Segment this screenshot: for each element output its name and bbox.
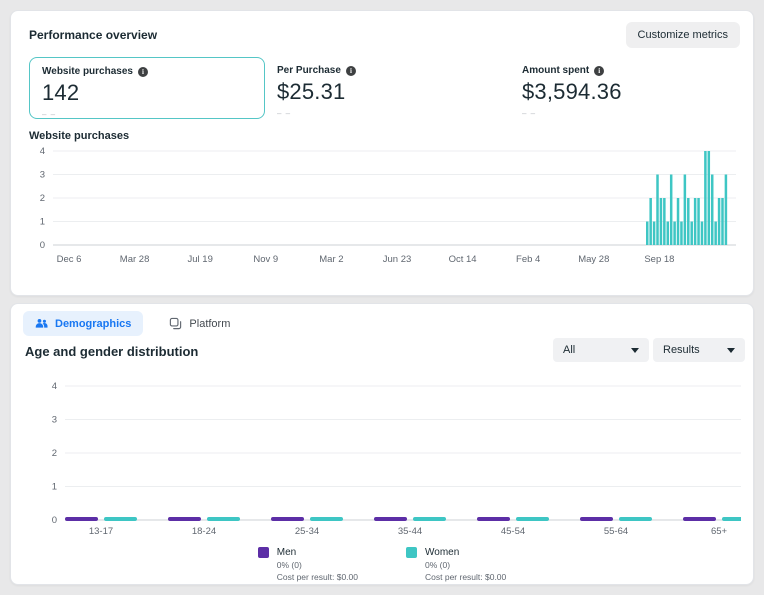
breakdown-dropdown[interactable]: All	[553, 338, 649, 362]
svg-text:Oct 14: Oct 14	[449, 254, 477, 265]
svg-text:1: 1	[40, 217, 45, 228]
svg-text:35-44: 35-44	[398, 526, 422, 537]
svg-text:0: 0	[40, 240, 45, 251]
age-gender-heading: Age and gender distribution	[25, 344, 198, 359]
svg-text:13-17: 13-17	[89, 526, 113, 537]
svg-text:Sep 18: Sep 18	[644, 254, 674, 265]
svg-text:4: 4	[40, 146, 45, 157]
info-icon[interactable]: i	[346, 66, 356, 76]
legend-cost-per-result: Cost per result: $0.00	[277, 571, 358, 583]
svg-text:2: 2	[40, 193, 45, 204]
svg-text:25-34: 25-34	[295, 526, 319, 537]
legend-cost-per-result: Cost per result: $0.00	[425, 571, 506, 583]
svg-text:1: 1	[52, 482, 57, 493]
svg-text:18-24: 18-24	[192, 526, 216, 537]
svg-text:Jul 19: Jul 19	[188, 254, 213, 265]
svg-text:Nov 9: Nov 9	[253, 254, 278, 265]
breakdown-dropdown-value: All	[563, 344, 575, 356]
metric-value: $25.31	[277, 79, 356, 105]
customize-metrics-button[interactable]: Customize metrics	[626, 22, 740, 48]
breakdown-tabs: Demographics Platform	[23, 311, 242, 336]
svg-text:65+: 65+	[711, 526, 728, 537]
svg-text:Dec 6: Dec 6	[57, 254, 82, 265]
metric-card-website-purchases[interactable]: Website purchases i 142 – –	[29, 57, 265, 119]
svg-text:55-64: 55-64	[604, 526, 628, 537]
women-color-swatch	[406, 547, 417, 558]
legend-share: 0% (0)	[425, 559, 506, 571]
metric-trend-dash: – –	[522, 109, 622, 118]
caret-down-icon	[631, 348, 639, 353]
tab-demographics[interactable]: Demographics	[23, 311, 143, 336]
chart-legend: Men 0% (0) Cost per result: $0.00 Women …	[11, 546, 753, 583]
tab-platform-label: Platform	[189, 318, 230, 330]
caret-down-icon	[727, 348, 735, 353]
legend-name: Men	[277, 546, 358, 559]
svg-text:0: 0	[52, 515, 57, 526]
metric-trend-dash: – –	[42, 110, 252, 119]
legend-item-men: Men 0% (0) Cost per result: $0.00	[258, 546, 358, 583]
performance-overview-card: Performance overview Customize metrics W…	[10, 10, 754, 296]
results-dropdown-value: Results	[663, 344, 700, 356]
metric-value: $3,594.36	[522, 79, 622, 105]
legend-item-women: Women 0% (0) Cost per result: $0.00	[406, 546, 506, 583]
metric-label: Website purchases	[42, 66, 133, 77]
svg-text:Jun 23: Jun 23	[383, 254, 412, 265]
metric-label: Amount spent	[522, 65, 589, 76]
svg-text:Feb 4: Feb 4	[516, 254, 540, 265]
metric-trend-dash: – –	[277, 109, 356, 118]
people-icon	[35, 317, 48, 330]
performance-overview-title: Performance overview	[29, 28, 157, 42]
legend-name: Women	[425, 546, 506, 559]
men-color-swatch	[258, 547, 269, 558]
svg-text:45-54: 45-54	[501, 526, 525, 537]
age-gender-chart: 4 3 2 1 0 13-17 18-24 25-34 35-44 45-54 55-64 65+	[25, 376, 741, 544]
svg-text:3: 3	[40, 170, 45, 181]
demographics-card: Demographics Platform Age and gender dis…	[10, 303, 754, 585]
website-purchases-chart: 4 3 2 1 0 Dec 6 Mar 28 Jul 19 Nov 9 Mar 2 Jun 23 Oc…	[29, 139, 741, 274]
legend-share: 0% (0)	[277, 559, 358, 571]
tab-platform[interactable]: Platform	[157, 311, 242, 336]
results-dropdown[interactable]: Results	[653, 338, 745, 362]
tab-demographics-label: Demographics	[55, 318, 131, 330]
info-icon[interactable]: i	[138, 67, 148, 77]
svg-text:May 28: May 28	[578, 254, 609, 265]
metric-value: 142	[42, 80, 252, 106]
svg-text:4: 4	[52, 381, 57, 392]
svg-text:Mar 2: Mar 2	[319, 254, 343, 265]
svg-text:3: 3	[52, 415, 57, 426]
metric-label: Per Purchase	[277, 65, 341, 76]
platform-icon	[169, 317, 182, 330]
info-icon[interactable]: i	[594, 66, 604, 76]
svg-text:2: 2	[52, 448, 57, 459]
metric-card-per-purchase[interactable]: Per Purchase i $25.31 – –	[277, 65, 356, 118]
metric-card-amount-spent[interactable]: Amount spent i $3,594.36 – –	[522, 65, 622, 118]
svg-text:Mar 28: Mar 28	[120, 254, 150, 265]
